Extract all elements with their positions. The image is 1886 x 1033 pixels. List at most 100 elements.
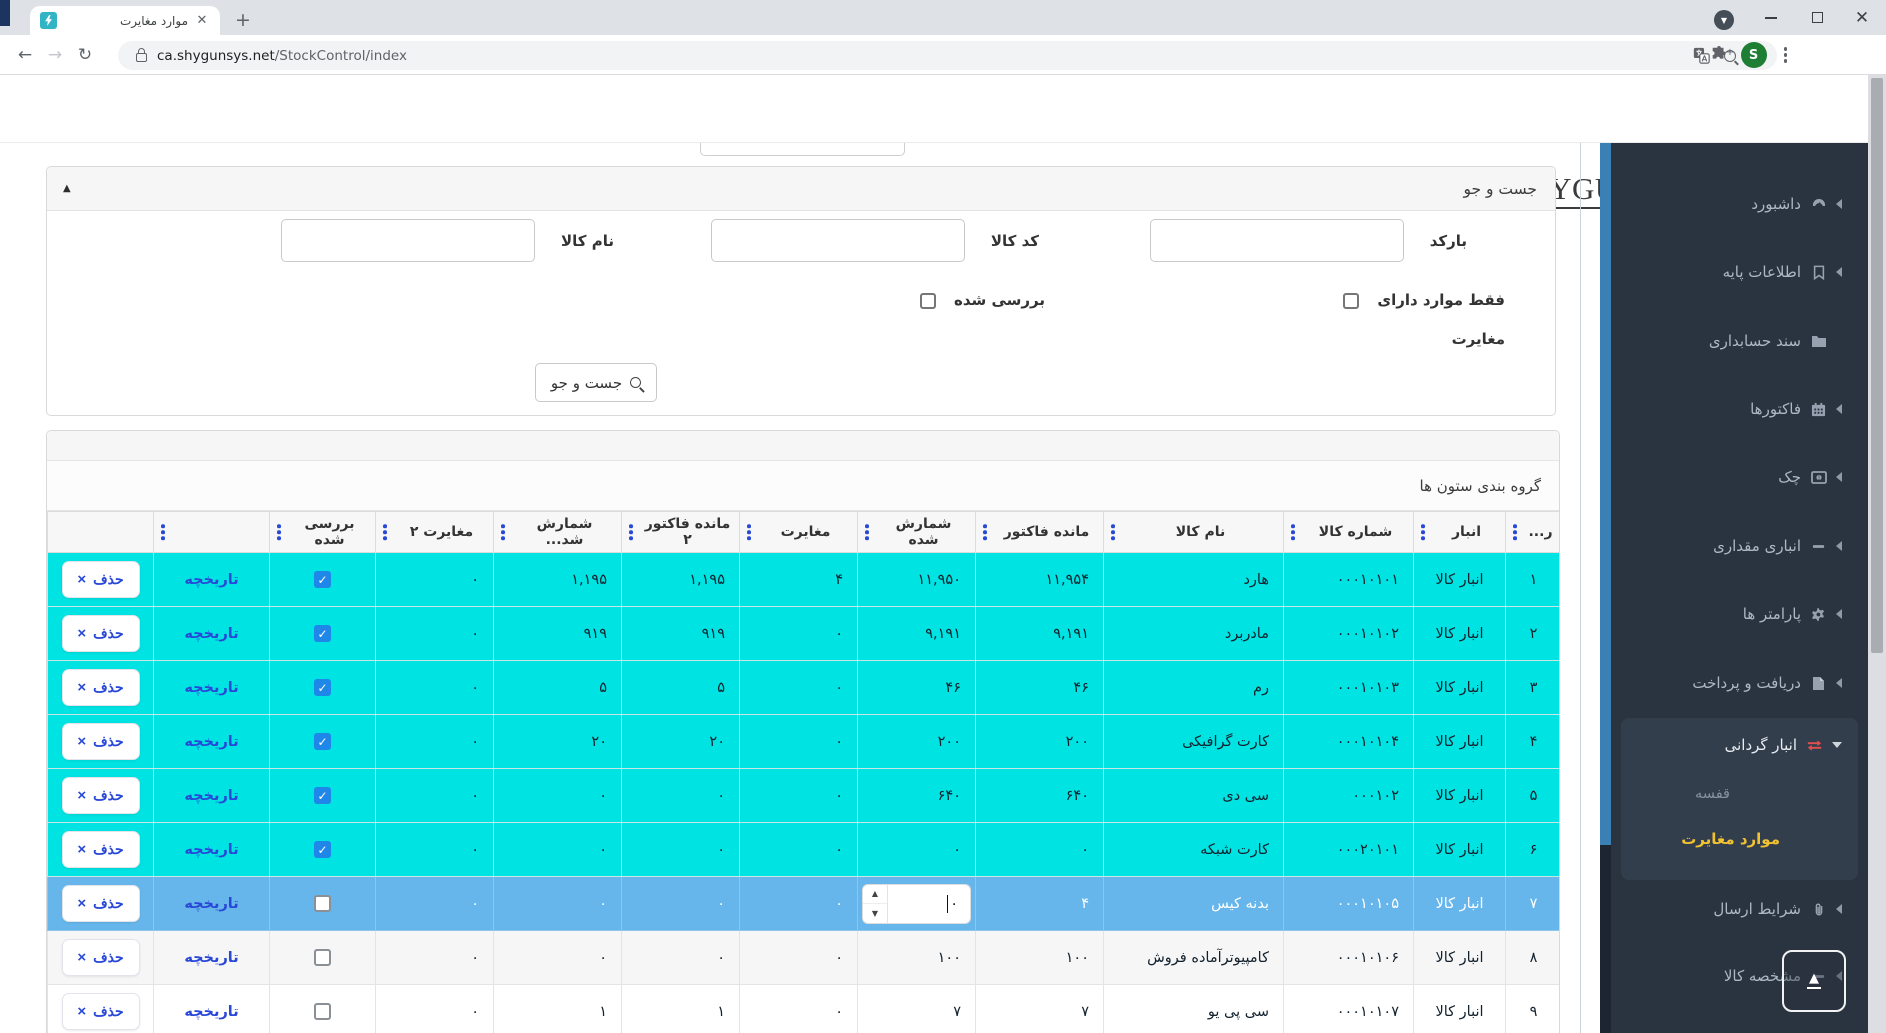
column-header[interactable]: مانده فاکتور ۲ bbox=[622, 512, 740, 553]
profile-avatar[interactable]: S bbox=[1741, 42, 1767, 68]
row-checkbox[interactable] bbox=[314, 895, 331, 912]
table-row[interactable]: ۶ انبار کالا ۰۰۰۲۰۱۰۱ کارت شبکه ۰ ۰ ۰ ۰ … bbox=[48, 823, 1561, 877]
barcode-input[interactable] bbox=[1150, 219, 1404, 262]
item-name-input[interactable] bbox=[281, 219, 535, 262]
column-header[interactable]: بررسی شده bbox=[270, 512, 376, 553]
column-menu-icon[interactable] bbox=[1291, 524, 1295, 540]
column-menu-icon[interactable] bbox=[1111, 524, 1115, 540]
scroll-to-top-button[interactable]: ▲ bbox=[1782, 950, 1846, 1012]
browser-tab[interactable]: موارد مغایرت ✕ bbox=[30, 6, 220, 35]
history-link[interactable]: تاریخچه bbox=[184, 572, 238, 588]
delete-button[interactable]: ×حذف bbox=[62, 831, 140, 868]
column-menu-icon[interactable] bbox=[501, 524, 505, 540]
collapse-icon[interactable]: ▲ bbox=[63, 183, 71, 194]
search-panel-header[interactable]: جست و جو ▲ bbox=[47, 167, 1555, 211]
row-checkbox[interactable]: ✓ bbox=[314, 841, 331, 858]
browser-menu-icon[interactable] bbox=[1780, 43, 1792, 67]
column-header[interactable]: انبار bbox=[1414, 512, 1506, 553]
sidebar-item-stocktaking[interactable]: انبار گردانی bbox=[1725, 736, 1842, 754]
column-header[interactable]: شمارش شده bbox=[858, 512, 976, 553]
column-menu-icon[interactable] bbox=[629, 524, 633, 540]
history-link[interactable]: تاریخچه bbox=[184, 680, 238, 696]
row-checkbox[interactable]: ✓ bbox=[314, 625, 331, 642]
history-link[interactable]: تاریخچه bbox=[184, 896, 238, 912]
history-link[interactable]: تاریخچه bbox=[184, 950, 238, 966]
delete-button[interactable]: ×حذف bbox=[62, 777, 140, 814]
column-header[interactable]: نام کالا bbox=[1104, 512, 1284, 553]
counted-spinner-input[interactable]: ▲▼۰ bbox=[862, 884, 971, 924]
reload-icon[interactable]: ↻ bbox=[70, 40, 100, 70]
column-header[interactable]: شمارش شد... bbox=[494, 512, 622, 553]
close-window-button[interactable]: ✕ bbox=[1849, 0, 1875, 35]
sidebar-item-shelf[interactable]: قفسه bbox=[1695, 786, 1730, 802]
delete-button[interactable]: ×حذف bbox=[62, 615, 140, 652]
delete-button[interactable]: ×حذف bbox=[62, 669, 140, 706]
table-row[interactable]: ۳ انبار کالا ۰۰۰۱۰۱۰۳ رم ۴۶ ۴۶ ۰ ۵ ۵ ۰ ✓… bbox=[48, 661, 1561, 715]
column-header[interactable]: مغایرت bbox=[740, 512, 858, 553]
page-scrollbar[interactable] bbox=[1868, 75, 1886, 1033]
column-header[interactable] bbox=[154, 512, 270, 553]
group-by-strip[interactable]: گروه بندی ستون ها bbox=[47, 461, 1559, 511]
column-header[interactable]: ر... bbox=[1506, 512, 1561, 553]
forward-icon[interactable]: → bbox=[40, 40, 70, 70]
sidebar-item[interactable]: داشبورد bbox=[1611, 189, 1868, 219]
history-link[interactable]: تاریخچه bbox=[184, 842, 238, 858]
column-menu-icon[interactable] bbox=[1421, 524, 1425, 540]
column-menu-icon[interactable] bbox=[161, 524, 165, 540]
delete-button[interactable]: ×حذف bbox=[62, 561, 140, 598]
column-menu-icon[interactable] bbox=[865, 524, 869, 540]
table-row[interactable]: ۴ انبار کالا ۰۰۰۱۰۱۰۴ کارت گرافیکی ۲۰۰ ۲… bbox=[48, 715, 1561, 769]
checked-checkbox[interactable] bbox=[920, 293, 936, 309]
history-link[interactable]: تاریخچه bbox=[184, 788, 238, 804]
translate-icon[interactable] bbox=[1693, 47, 1710, 64]
row-checkbox[interactable] bbox=[314, 1003, 331, 1020]
sidebar-item[interactable]: شرایط ارسال bbox=[1611, 894, 1868, 924]
sidebar-item[interactable]: انباری مقداری bbox=[1611, 531, 1868, 561]
sidebar-item[interactable]: 1چک bbox=[1611, 462, 1868, 492]
column-header[interactable]: مغایرت ۲ bbox=[376, 512, 494, 553]
url-bar[interactable]: ca.shygunsys.net/StockControl/index ☆ bbox=[118, 41, 1777, 70]
column-header[interactable] bbox=[48, 512, 154, 553]
item-code-input[interactable] bbox=[711, 219, 965, 262]
row-checkbox[interactable]: ✓ bbox=[314, 787, 331, 804]
stepper-arrows[interactable]: ▲▼ bbox=[863, 885, 888, 923]
row-checkbox[interactable] bbox=[314, 949, 331, 966]
history-link[interactable]: تاریخچه bbox=[184, 626, 238, 642]
delete-button[interactable]: ×حذف bbox=[62, 939, 140, 976]
minimize-button[interactable] bbox=[1758, 0, 1784, 35]
table-row[interactable]: ۸ انبار کالا ۰۰۰۱۰۱۰۶ کامپیوترآماده فروش… bbox=[48, 931, 1561, 985]
titlebar-caret-icon[interactable]: ▼ bbox=[1714, 10, 1734, 30]
sidebar-item-variance-cases[interactable]: موارد مغایرت bbox=[1681, 830, 1780, 848]
table-row[interactable]: ۵ انبار کالا ۰۰۰۱۰۲ سی دی ۶۴۰ ۶۴۰ ۰ ۰ ۰ … bbox=[48, 769, 1561, 823]
table-row[interactable]: ۲ انبار کالا ۰۰۰۱۰۱۰۲ مادربرد ۹,۱۹۱ ۹,۱۹… bbox=[48, 607, 1561, 661]
history-link[interactable]: تاریخچه bbox=[184, 734, 238, 750]
table-row[interactable]: ۷ انبار کالا ۰۰۰۱۰۱۰۵ بدنه کیس ۴ ▲▼۰ ۰ ۰… bbox=[48, 877, 1561, 931]
sidebar-item[interactable]: فاکتورها bbox=[1611, 394, 1868, 424]
sidebar-item[interactable]: پارامتر ها bbox=[1611, 599, 1868, 629]
delete-button[interactable]: ×حذف bbox=[62, 993, 140, 1030]
sidebar-item[interactable]: دریافت و پرداخت bbox=[1611, 668, 1868, 698]
sidebar-item[interactable]: سند حسابداری bbox=[1611, 326, 1868, 356]
column-menu-icon[interactable] bbox=[277, 524, 281, 540]
scrollbar-thumb[interactable] bbox=[1871, 78, 1883, 653]
row-checkbox[interactable]: ✓ bbox=[314, 733, 331, 750]
row-checkbox[interactable]: ✓ bbox=[314, 571, 331, 588]
variance-only-checkbox[interactable] bbox=[1343, 293, 1359, 309]
delete-button[interactable]: ×حذف bbox=[62, 885, 140, 922]
maximize-button[interactable] bbox=[1804, 0, 1830, 35]
column-header[interactable]: مانده فاکتور bbox=[976, 512, 1104, 553]
row-checkbox[interactable]: ✓ bbox=[314, 679, 331, 696]
column-menu-icon[interactable] bbox=[383, 524, 387, 540]
table-row[interactable]: ۱ انبار کالا ۰۰۰۱۰۱۰۱ هارد ۱۱,۹۵۴ ۱۱,۹۵۰… bbox=[48, 553, 1561, 607]
column-menu-icon[interactable] bbox=[1513, 524, 1517, 540]
tab-close-icon[interactable]: ✕ bbox=[194, 13, 210, 29]
back-icon[interactable]: ← bbox=[10, 40, 40, 70]
delete-button[interactable]: ×حذف bbox=[62, 723, 140, 760]
search-button[interactable]: جست و جو bbox=[535, 363, 657, 402]
column-menu-icon[interactable] bbox=[747, 524, 751, 540]
extensions-puzzle-icon[interactable] bbox=[1710, 46, 1728, 64]
history-link[interactable]: تاریخچه bbox=[184, 1004, 238, 1020]
table-row[interactable]: ۹ انبار کالا ۰۰۰۱۰۱۰۷ سی پی یو ۷ ۷ ۰ ۱ ۱… bbox=[48, 985, 1561, 1033]
column-menu-icon[interactable] bbox=[983, 524, 987, 540]
sidebar-item[interactable]: اطلاعات پایه bbox=[1611, 257, 1868, 287]
